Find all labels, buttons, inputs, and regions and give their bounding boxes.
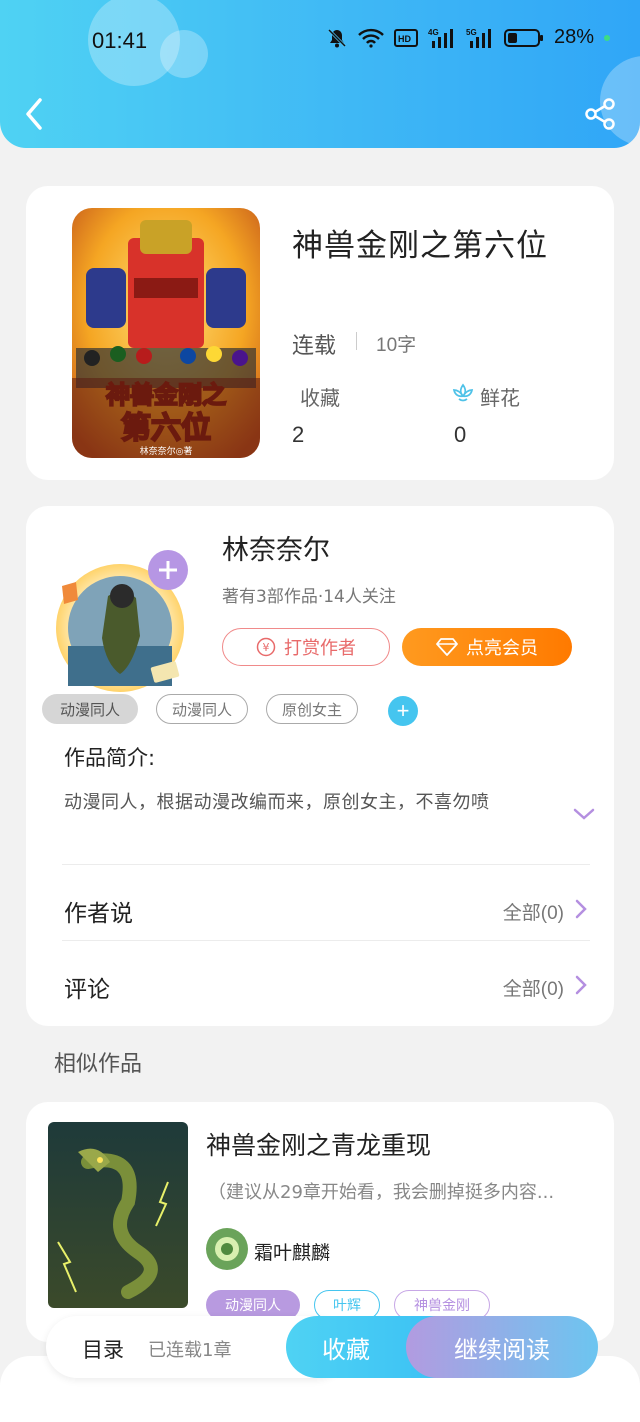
similar-desc: （建议从29章开始看，我会删掉挺多内容...	[208, 1182, 555, 1203]
charging-dot	[604, 34, 610, 41]
cover-author: 林奈奈尔◎著	[140, 445, 193, 457]
similar-author-name[interactable]: 霜叶麒麟	[254, 1238, 330, 1265]
similar-work-card[interactable]: 神兽金刚之青龙重现 （建议从29章开始看，我会删掉挺多内容... 霜叶麒麟 动漫…	[26, 1102, 614, 1342]
back-button[interactable]	[20, 96, 50, 132]
cover-title-line2: 第六位	[121, 411, 211, 446]
svg-text:5G: 5G	[466, 28, 477, 37]
author-says-label[interactable]: 作者说	[64, 894, 133, 928]
svg-text:¥: ¥	[263, 641, 270, 654]
book-cover[interactable]: 神兽金刚之 第六位 林奈奈尔◎著	[72, 208, 260, 458]
tag-item[interactable]: 动漫同人	[156, 694, 248, 724]
flower-label: 鲜花	[480, 386, 520, 410]
tag-item[interactable]: 动漫同人	[42, 694, 138, 724]
chevron-right-icon[interactable]	[574, 898, 588, 920]
book-status: 连载	[292, 334, 337, 359]
similar-author-avatar[interactable]	[206, 1228, 248, 1270]
chevron-down-icon[interactable]	[572, 806, 596, 822]
status-icons: HD 4G 5G 28%	[326, 26, 610, 49]
collect-button-label: 收藏	[322, 1335, 370, 1364]
author-name[interactable]: 林奈奈尔	[222, 528, 330, 567]
vip-label: 点亮会员	[466, 638, 538, 659]
toc-chapter-count: 已连载1章	[148, 1340, 232, 1361]
vip-button[interactable]: 点亮会员	[402, 628, 572, 666]
header: 01:41 HD 4G 5G 28%	[0, 0, 640, 148]
similar-title[interactable]: 神兽金刚之青龙重现	[206, 1126, 431, 1162]
svg-text:4G: 4G	[428, 28, 439, 37]
book-info-card: 神兽金刚之 第六位 林奈奈尔◎著 神兽金刚之第六位 连载 10字 收藏 2 鲜花…	[26, 186, 614, 480]
author-meta: 著有3部作品·14人关注	[222, 587, 396, 607]
tip-author-button[interactable]: ¥ 打赏作者	[222, 628, 390, 666]
toc-label[interactable]: 目录	[82, 1334, 124, 1364]
tag-item[interactable]: 原创女主	[266, 694, 358, 724]
tip-author-label: 打赏作者	[284, 638, 356, 659]
hd-icon: HD	[393, 28, 418, 47]
collect-label: 收藏	[300, 386, 340, 410]
flower-count: 0	[454, 422, 467, 447]
diamond-icon	[436, 638, 458, 656]
book-word-count: 10字	[376, 335, 417, 356]
author-card: 林奈奈尔 著有3部作品·14人关注 ¥ 打赏作者 点亮会员 动漫同人 动漫同人 …	[26, 506, 614, 1026]
comments-label[interactable]: 评论	[64, 970, 110, 1004]
divider	[356, 332, 357, 350]
continue-reading-button[interactable]: 继续阅读	[406, 1316, 598, 1378]
5g-signal-icon: 5G	[466, 28, 491, 48]
intro-text: 动漫同人，根据动漫改编而来，原创女主，不喜勿喷	[64, 792, 490, 813]
similar-cover[interactable]	[48, 1122, 188, 1308]
decor-bubble	[160, 30, 208, 78]
similar-section-title: 相似作品	[54, 1052, 143, 1077]
battery-icon	[503, 28, 543, 47]
chevron-right-icon[interactable]	[574, 974, 588, 996]
add-tag-button[interactable]: +	[388, 696, 418, 726]
author-avatar[interactable]	[48, 546, 198, 696]
share-button[interactable]	[582, 96, 618, 132]
divider	[62, 940, 590, 941]
author-says-count[interactable]: 全部(0)	[503, 898, 564, 925]
status-time: 01:41	[92, 28, 148, 53]
comments-count[interactable]: 全部(0)	[503, 974, 564, 1001]
continue-reading-label: 继续阅读	[454, 1335, 550, 1364]
coin-icon: ¥	[256, 637, 276, 657]
intro-label: 作品简介:	[64, 746, 156, 770]
flower-icon	[452, 383, 474, 402]
svg-text:HD: HD	[398, 34, 411, 44]
cover-title-line1: 神兽金刚之	[106, 381, 226, 409]
divider	[62, 864, 590, 865]
wifi-icon	[358, 28, 384, 48]
book-title: 神兽金刚之第六位	[292, 228, 548, 264]
mute-icon	[327, 28, 347, 47]
4g-signal-icon: 4G	[428, 28, 453, 48]
battery-percent: 28%	[553, 26, 594, 48]
collect-count: 2	[292, 422, 305, 447]
